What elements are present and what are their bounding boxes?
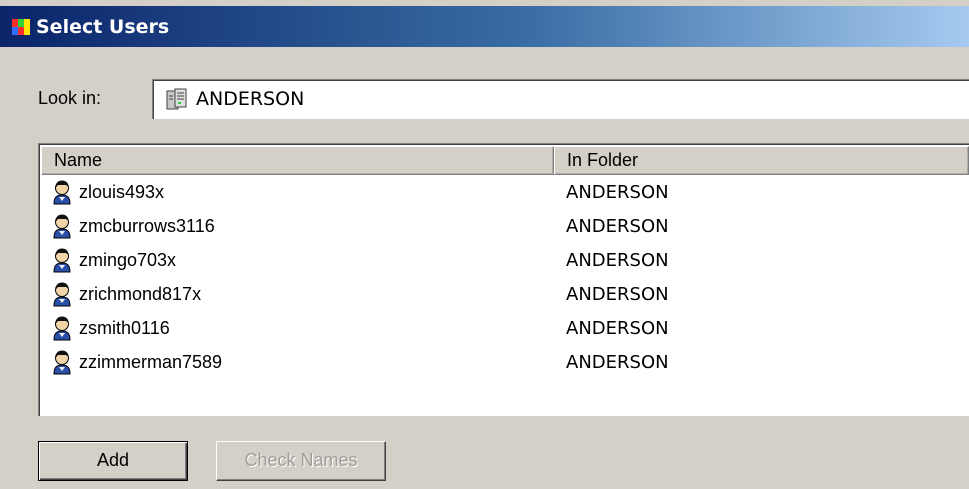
user-name: zlouis493x xyxy=(79,181,165,202)
user-name: zsmith0116 xyxy=(79,317,170,338)
user-icon xyxy=(50,281,74,307)
select-users-dialog: Select Users Look in: ANDERSON Name In F… xyxy=(0,0,969,489)
user-folder: ANDERSON xyxy=(566,351,669,373)
user-folder: ANDERSON xyxy=(566,317,669,339)
look-in-label: Look in: xyxy=(38,88,102,108)
user-folder: ANDERSON xyxy=(566,249,669,271)
window-title: Select Users xyxy=(36,15,170,38)
user-name: zmcburrows3116 xyxy=(79,215,215,236)
column-header-name[interactable]: Name xyxy=(41,146,554,175)
list-item[interactable]: zrichmond817x ANDERSON xyxy=(41,277,969,311)
list-item[interactable]: zmcburrows3116 ANDERSON xyxy=(41,209,969,243)
user-name-cell: zmingo703x xyxy=(41,247,554,273)
title-bar[interactable]: Select Users xyxy=(0,6,969,47)
add-button[interactable]: Add xyxy=(38,441,188,481)
check-names-button[interactable]: Check Names xyxy=(216,441,386,481)
user-folder: ANDERSON xyxy=(566,181,669,203)
look-in-value: ANDERSON xyxy=(196,88,305,110)
user-name-cell: zsmith0116 xyxy=(41,315,554,341)
user-name-cell: zzimmerman7589 xyxy=(41,349,554,375)
app-icon xyxy=(12,18,30,35)
user-name: zzimmerman7589 xyxy=(79,351,223,372)
user-folder: ANDERSON xyxy=(566,283,669,305)
users-list[interactable]: Name In Folder zlouis493x ANDERSON zmcburr… xyxy=(38,143,969,416)
user-name-cell: zrichmond817x xyxy=(41,281,554,307)
user-icon xyxy=(50,315,74,341)
column-header-in-folder[interactable]: In Folder xyxy=(554,146,969,175)
user-icon xyxy=(50,247,74,273)
list-item[interactable]: zmingo703x ANDERSON xyxy=(41,243,969,277)
user-name: zrichmond817x xyxy=(79,283,202,304)
list-header: Name In Folder xyxy=(41,146,969,175)
list-rows: zlouis493x ANDERSON zmcburrows3116 ANDERSON… xyxy=(41,175,969,379)
look-in-field[interactable]: ANDERSON xyxy=(152,79,969,119)
list-item[interactable]: zlouis493x ANDERSON xyxy=(41,175,969,209)
server-icon xyxy=(166,88,187,110)
user-icon xyxy=(50,349,74,375)
user-name-cell: zlouis493x xyxy=(41,179,554,205)
user-icon xyxy=(50,179,74,205)
user-name-cell: zmcburrows3116 xyxy=(41,213,554,239)
user-name: zmingo703x xyxy=(79,249,177,270)
list-item[interactable]: zsmith0116 ANDERSON xyxy=(41,311,969,345)
user-folder: ANDERSON xyxy=(566,215,669,237)
user-icon xyxy=(50,213,74,239)
list-item[interactable]: zzimmerman7589 ANDERSON xyxy=(41,345,969,379)
